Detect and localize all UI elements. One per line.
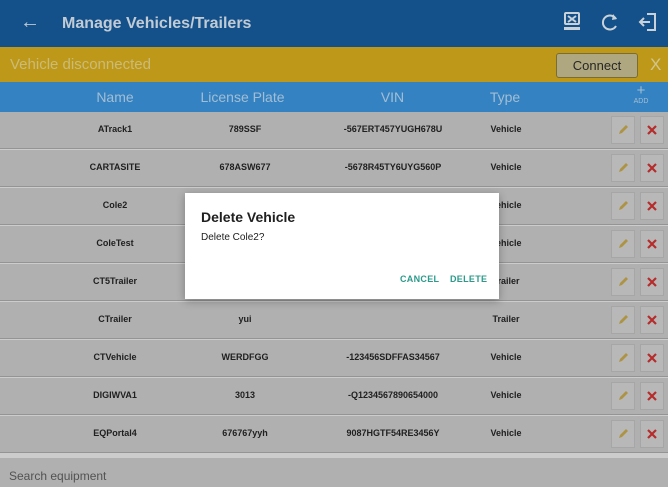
manage-vehicles-screen: ← Manage Vehicles/Trailers Vehicle disco… [0, 0, 668, 487]
dialog-title: Delete Vehicle [201, 209, 296, 225]
delete-confirm-button[interactable]: DELETE [450, 273, 487, 285]
cancel-button[interactable]: CANCEL [400, 273, 439, 285]
delete-vehicle-dialog: Delete Vehicle Delete Cole2? CANCEL DELE… [185, 193, 499, 299]
dialog-message: Delete Cole2? [201, 232, 265, 243]
